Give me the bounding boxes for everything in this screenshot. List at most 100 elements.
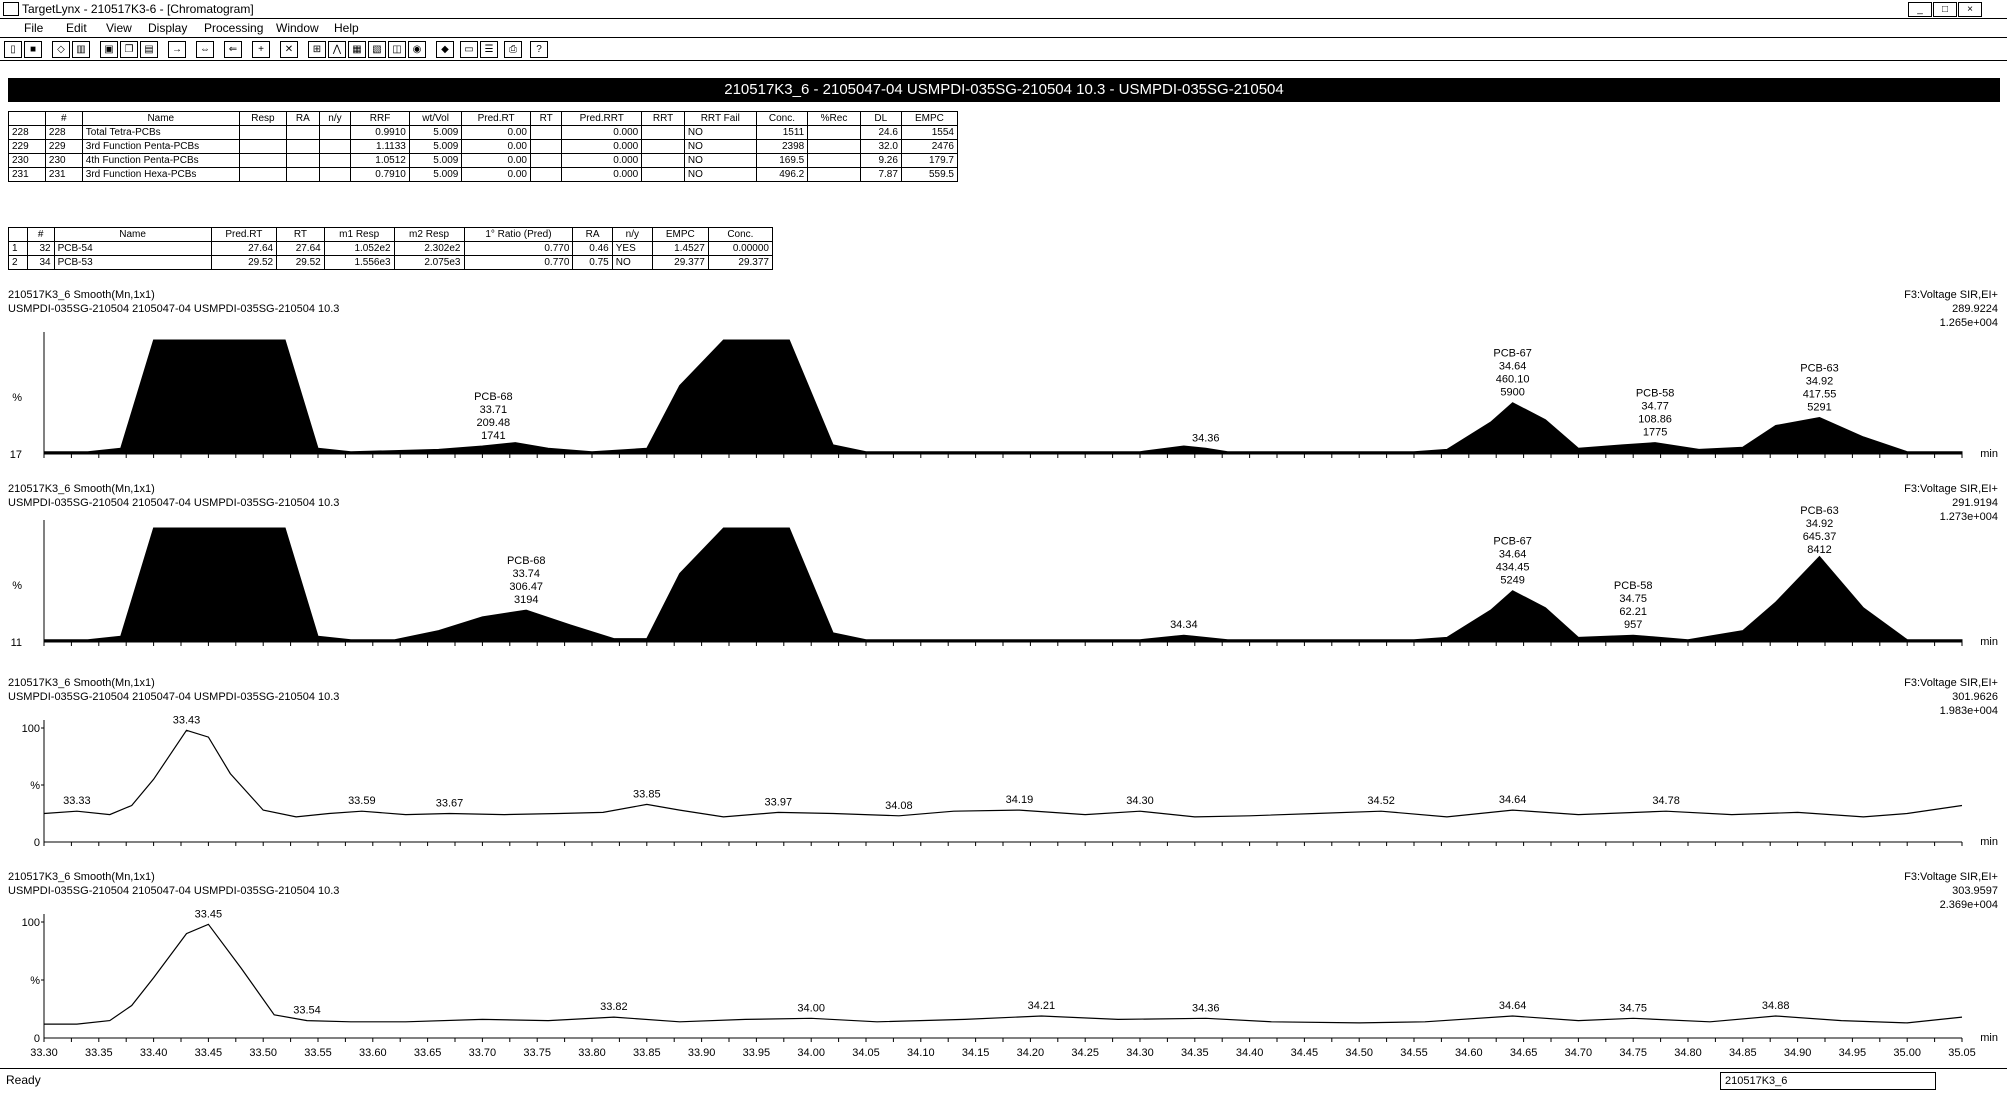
- window-icon[interactable]: ▣: [100, 41, 118, 58]
- peak-label: 5291: [1807, 402, 1831, 414]
- col-dl[interactable]: DL: [859, 111, 902, 126]
- table-row[interactable]: 229 229 3rd Function Penta-PCBs 1.1133 5.009…: [8, 139, 959, 154]
- chromatogram-area[interactable]: 210517K3_6 Smooth(Mn,1x1) USMPDI-035SG-21…: [0, 286, 2007, 1068]
- grid-icon[interactable]: ▭: [460, 41, 478, 58]
- col-conc[interactable]: Conc.: [755, 111, 809, 126]
- menu-view[interactable]: View: [106, 21, 132, 35]
- maximize-button[interactable]: □: [1933, 2, 1957, 17]
- peak-label: 34.19: [1006, 794, 1034, 806]
- menu-help[interactable]: Help: [334, 21, 359, 35]
- menu-file[interactable]: File: [24, 21, 43, 35]
- plus-range-icon[interactable]: +: [252, 41, 270, 58]
- peak-label: PCB-58: [1636, 388, 1675, 400]
- filename-field[interactable]: 210517K3_6: [1720, 1072, 1936, 1090]
- col-rrf[interactable]: RRF: [350, 111, 410, 126]
- x-tick-label: 34.20: [1017, 1047, 1045, 1059]
- table-row[interactable]: 230 230 4th Function Penta-PCBs 1.0512 5.009…: [8, 153, 959, 168]
- record-icon[interactable]: ◉: [408, 41, 426, 58]
- y-axis-label: %: [12, 580, 22, 592]
- x-tick-label: 33.75: [523, 1047, 551, 1059]
- menu-window[interactable]: Window: [276, 21, 319, 35]
- print-preview-icon[interactable]: ◇: [52, 41, 70, 58]
- col-wtvol[interactable]: wt/Vol: [408, 111, 463, 126]
- menu-edit[interactable]: Edit: [66, 21, 87, 35]
- save-icon[interactable]: ■: [24, 41, 42, 58]
- chart-icon[interactable]: ▥: [72, 41, 90, 58]
- x-tick-label: 34.30: [1126, 1047, 1154, 1059]
- col-ny[interactable]: n/y: [611, 227, 653, 242]
- col-conc[interactable]: Conc.: [707, 227, 774, 242]
- menu-display[interactable]: Display: [148, 21, 187, 35]
- y-axis-label: %: [30, 780, 40, 792]
- report-icon[interactable]: ▧: [368, 41, 386, 58]
- y-tick-label: 0: [34, 837, 40, 849]
- col-rec[interactable]: %Rec: [807, 111, 861, 126]
- col-number[interactable]: #: [44, 111, 83, 126]
- peak-label: 34.92: [1806, 518, 1834, 530]
- col-ny[interactable]: n/y: [318, 111, 352, 126]
- col-m1-resp[interactable]: m1 Resp: [323, 227, 395, 242]
- arrow-pair-icon[interactable]: ⇔: [196, 41, 214, 58]
- peak-label: 33.74: [512, 568, 540, 580]
- peak-table-header: # Name Pred.RT RT m1 Resp m2 Resp 1° Rat…: [8, 227, 774, 242]
- arrow-left-icon[interactable]: ⇐: [224, 41, 242, 58]
- peak-label: PCB-63: [1800, 363, 1839, 375]
- sample-header: 210517K3_6 - 2105047-04 USMPDI-035SG-210…: [8, 78, 2000, 102]
- peak-label: 33.33: [63, 795, 91, 807]
- col-rt[interactable]: RT: [276, 227, 325, 242]
- col-resp[interactable]: Resp: [238, 111, 288, 126]
- peak-label: 108.86: [1638, 414, 1672, 426]
- toolbar: ▯ ■ ◇ ▥ ▣ ❐ ▤ → ⇔ ⇐ + ✕ ⊞ ⋀ ▦ ▧ ◫ ◉ ◆ ▭ …: [0, 38, 2007, 61]
- arrow-right-icon[interactable]: →: [168, 41, 186, 58]
- trace-line: [44, 923, 1963, 1025]
- minimize-button[interactable]: _: [1908, 2, 1932, 17]
- zoom-icon[interactable]: ⊞: [308, 41, 326, 58]
- close-button[interactable]: ×: [1958, 2, 1982, 17]
- table-row[interactable]: 228 228 Total Tetra-PCBs 0.9910 5.009 0.00 0.0…: [8, 125, 959, 140]
- x-axis-unit: min: [1980, 636, 1998, 648]
- col-name[interactable]: Name: [53, 227, 212, 242]
- x-axis-unit: min: [1980, 836, 1998, 848]
- table-row[interactable]: 1 32 PCB-54 27.64 27.64 1.052e2 2.302e2 0.770 0.…: [8, 241, 774, 256]
- x-tick-label: 33.85: [633, 1047, 661, 1059]
- col-predrt[interactable]: Pred.RT: [461, 111, 531, 126]
- compound-table[interactable]: # Name Resp RA n/y RRF wt/Vol Pred.RT RT…: [8, 111, 959, 182]
- new-file-icon[interactable]: ▯: [4, 41, 22, 58]
- y-tick-label: 100: [22, 917, 40, 929]
- col-predrrt[interactable]: Pred.RRT: [561, 111, 643, 126]
- col-number[interactable]: #: [26, 227, 55, 242]
- peak-label: 34.21: [1028, 1000, 1056, 1012]
- trace-intensity: 2.369e+004: [1940, 899, 1998, 911]
- window-title: TargetLynx - 210517K3-6 - [Chromatogram]: [22, 2, 254, 16]
- table-icon[interactable]: ▦: [348, 41, 366, 58]
- status-bar: Ready 210517K3_6: [0, 1068, 2007, 1095]
- color-icon[interactable]: ◆: [436, 41, 454, 58]
- peak-icon[interactable]: ⋀: [328, 41, 346, 58]
- printer-icon[interactable]: ⎙: [504, 41, 522, 58]
- x-tick-label: 34.85: [1729, 1047, 1757, 1059]
- menu-processing[interactable]: Processing: [204, 21, 263, 35]
- trace-subtitle: USMPDI-035SG-210504 2105047-04 USMPDI-03…: [8, 303, 339, 315]
- col-rt[interactable]: RT: [529, 111, 563, 126]
- col-predrt[interactable]: Pred.RT: [210, 227, 278, 242]
- peak-table[interactable]: # Name Pred.RT RT m1 Resp m2 Resp 1° Rat…: [8, 227, 774, 270]
- help-icon[interactable]: ?: [530, 41, 548, 58]
- col-ra[interactable]: RA: [572, 227, 613, 242]
- table-row[interactable]: 2 34 PCB-53 29.52 29.52 1.556e3 2.075e3 0.770 0.…: [8, 255, 774, 270]
- paste-icon[interactable]: ▤: [140, 41, 158, 58]
- col-name[interactable]: Name: [81, 111, 240, 126]
- col-rrt-fail[interactable]: RRT Fail: [683, 111, 757, 126]
- col-ratio[interactable]: 1° Ratio (Pred): [463, 227, 574, 242]
- table-row[interactable]: 231 231 3rd Function Hexa-PCBs 0.7910 5.009 0…: [8, 167, 959, 182]
- col-rrt[interactable]: RRT: [641, 111, 685, 126]
- trace-subtitle: USMPDI-035SG-210504 2105047-04 USMPDI-03…: [8, 497, 339, 509]
- refresh-icon[interactable]: ◫: [388, 41, 406, 58]
- col-empc[interactable]: EMPC: [651, 227, 709, 242]
- col-empc[interactable]: EMPC: [900, 111, 959, 126]
- list-icon[interactable]: ☰: [480, 41, 498, 58]
- peak-label: 34.36: [1192, 1002, 1220, 1014]
- col-ra[interactable]: RA: [286, 111, 320, 126]
- copy-icon[interactable]: ❐: [120, 41, 138, 58]
- close-x-icon[interactable]: ✕: [280, 41, 298, 58]
- col-m2-resp[interactable]: m2 Resp: [393, 227, 465, 242]
